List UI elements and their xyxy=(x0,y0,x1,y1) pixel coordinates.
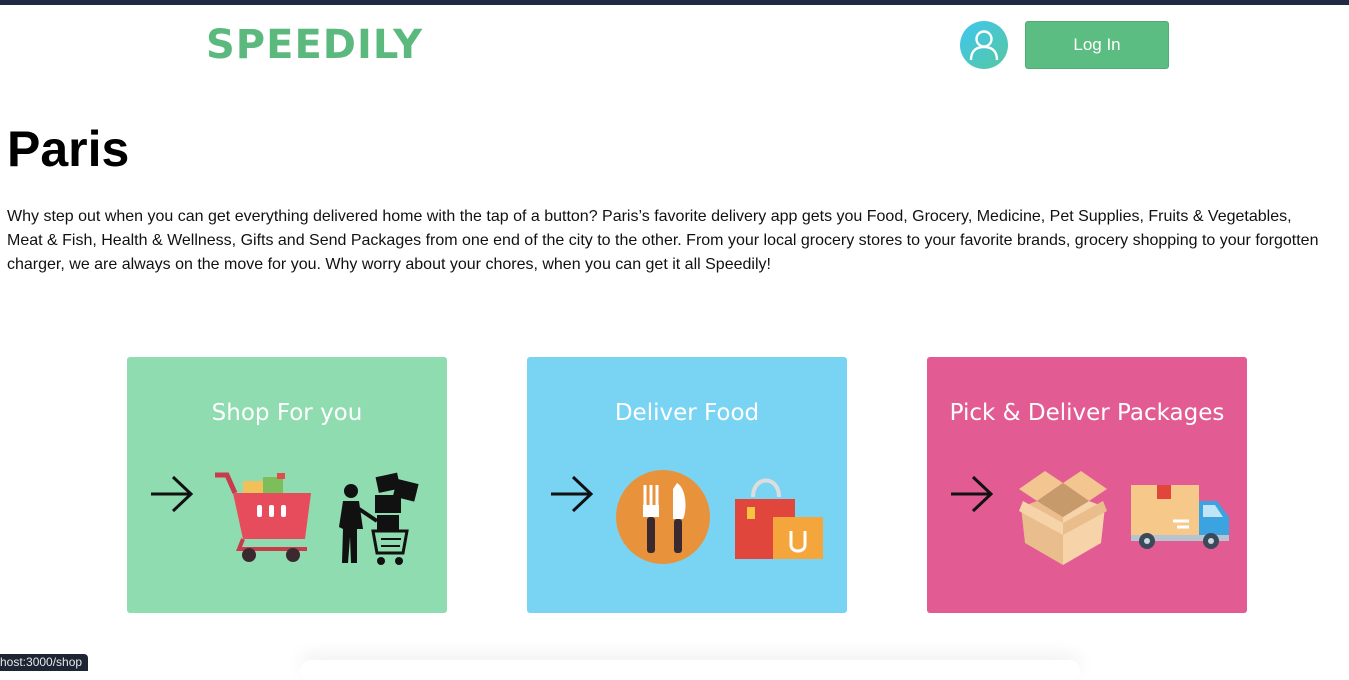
user-avatar-icon[interactable] xyxy=(960,21,1008,69)
card-title: Deliver Food xyxy=(614,400,760,426)
bottom-section-edge xyxy=(300,660,1080,680)
card-title: Shop For you xyxy=(211,400,363,426)
page-title: Paris xyxy=(7,121,130,177)
arrow-right-icon xyxy=(151,475,194,513)
plate-cutlery-icon xyxy=(616,470,710,564)
card-shop-for-you[interactable]: Shop For you xyxy=(127,357,447,613)
top-accent-bar xyxy=(0,0,1349,5)
card-pick-deliver-packages[interactable]: Pick & Deliver Packages xyxy=(927,357,1247,613)
speedily-logo[interactable]: SPEEDILY xyxy=(206,22,423,68)
delivery-truck-icon xyxy=(1131,485,1229,549)
login-button[interactable]: Log In xyxy=(1025,21,1169,69)
arrow-right-icon xyxy=(551,475,594,513)
open-box-icon xyxy=(1019,471,1107,565)
status-bar-url: host:3000/shop xyxy=(0,654,89,671)
arrow-right-icon xyxy=(951,475,994,513)
shopping-bags-icon xyxy=(735,478,823,559)
intro-paragraph: Why step out when you can get everything… xyxy=(7,208,1319,273)
card-deliver-food[interactable]: Deliver Food xyxy=(527,357,847,613)
card-title: Pick & Deliver Packages xyxy=(949,400,1225,426)
person-with-cart-icon xyxy=(339,472,419,565)
shopping-cart-icon xyxy=(215,472,311,562)
